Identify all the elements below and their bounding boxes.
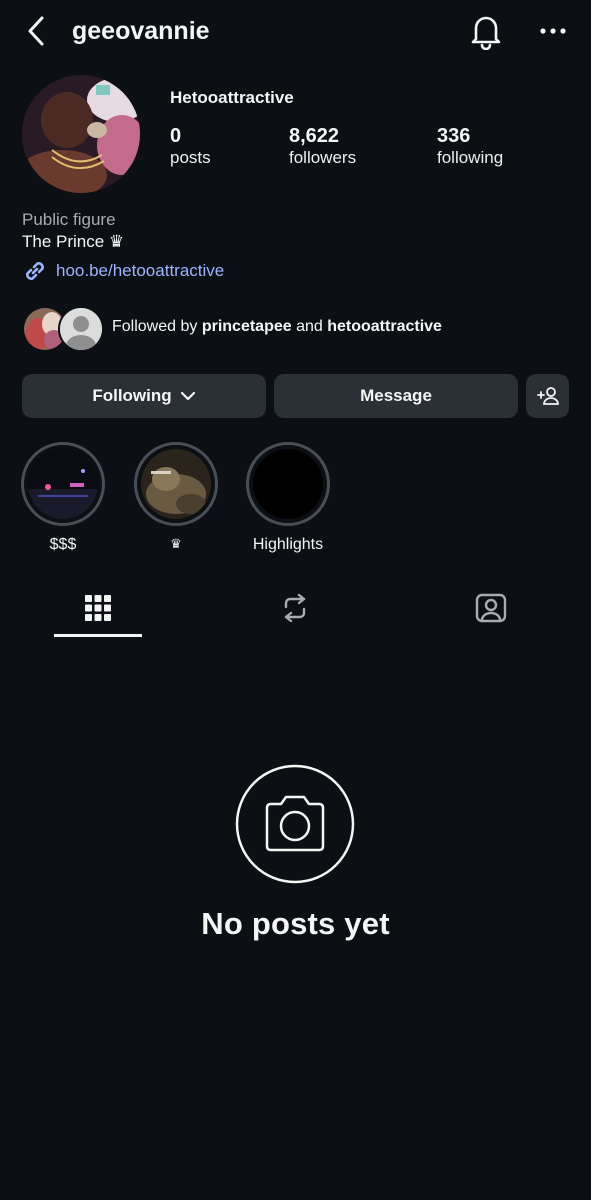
mutual-followers-avatars[interactable]	[22, 306, 104, 352]
tab-tagged[interactable]	[446, 588, 536, 628]
active-tab-indicator	[54, 634, 142, 637]
message-button[interactable]: Message	[274, 374, 518, 418]
stat-following[interactable]: 336 following	[437, 125, 503, 169]
chevron-down-icon	[180, 391, 195, 401]
highlight-cover	[253, 449, 323, 519]
tab-reposts[interactable]	[250, 588, 340, 628]
tab-posts-grid[interactable]	[53, 588, 143, 628]
back-button[interactable]	[22, 14, 52, 48]
default-avatar-icon	[60, 308, 102, 350]
followed-by-text[interactable]: Followed by princetapee and hetooattract…	[112, 318, 442, 336]
highlight-item[interactable]: ♛	[131, 442, 221, 552]
followed-by-prefix: Followed by	[112, 318, 202, 335]
tagged-person-icon	[475, 593, 507, 623]
highlight-cover	[141, 449, 211, 519]
more-horizontal-icon	[540, 28, 566, 34]
empty-state-text: No posts yet	[201, 906, 390, 941]
highlight-item[interactable]: $$$	[18, 442, 108, 554]
camera-icon	[235, 764, 355, 884]
stat-followers[interactable]: 8,622 followers	[289, 125, 356, 169]
stat-value: 336	[437, 125, 471, 147]
mutual-follower-avatar	[58, 306, 104, 352]
following-button[interactable]: Following	[22, 374, 266, 418]
notifications-button[interactable]	[468, 12, 504, 50]
profile-bio: The Prince ♛	[22, 232, 125, 251]
profile-avatar[interactable]	[22, 75, 140, 193]
highlight-ring	[246, 442, 330, 526]
link-text: hoo.be/hetooattractive	[56, 261, 225, 280]
stat-label: followers	[289, 148, 357, 167]
profile-category: Public figure	[22, 210, 116, 229]
add-person-icon	[536, 387, 559, 405]
header-username: geeovannie	[72, 17, 210, 45]
profile-link[interactable]: hoo.be/hetooattractive	[22, 258, 224, 284]
message-button-label: Message	[360, 386, 432, 405]
stat-value: 0	[170, 125, 182, 147]
following-button-label: Following	[92, 386, 172, 405]
followed-by-conj: and	[291, 318, 328, 335]
display-name: Hetooattractive	[170, 88, 294, 107]
bell-icon	[471, 16, 501, 50]
more-options-button[interactable]	[536, 18, 570, 44]
stat-label: following	[437, 148, 504, 167]
stat-value: 8,622	[289, 125, 340, 147]
empty-state-icon	[235, 764, 355, 884]
repost-icon	[284, 593, 306, 623]
mutual-username: princetapee	[201, 318, 292, 335]
back-chevron-icon	[28, 16, 44, 46]
highlight-item[interactable]: Highlights	[243, 442, 333, 554]
highlight-ring	[134, 442, 218, 526]
stat-label: posts	[170, 148, 211, 167]
highlight-caption: $$$	[49, 536, 77, 553]
profile-photo	[22, 75, 140, 193]
highlight-caption: ♛	[170, 536, 182, 551]
highlight-caption: Highlights	[252, 536, 324, 553]
mutual-username: hetooattractive	[327, 318, 442, 335]
highlight-cover	[28, 449, 98, 519]
grid-icon	[85, 595, 111, 621]
highlight-ring	[21, 442, 105, 526]
suggest-people-button[interactable]	[526, 374, 569, 418]
link-icon	[26, 262, 44, 280]
stat-posts: 0 posts	[170, 125, 211, 169]
